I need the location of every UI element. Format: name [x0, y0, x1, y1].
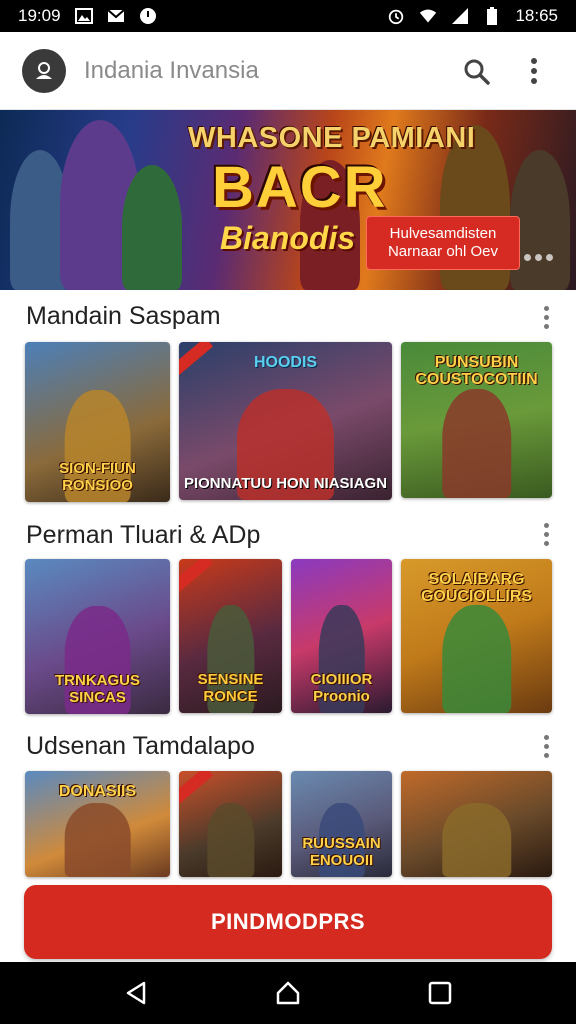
banner-character — [122, 165, 182, 290]
game-card-title: HOODIS — [253, 354, 318, 371]
more-vert-icon — [531, 57, 537, 84]
battery-icon — [483, 7, 501, 25]
game-card[interactable]: TRNKAGUS SINCAS — [25, 559, 170, 714]
back-button[interactable] — [116, 973, 156, 1013]
banner-pagination — [524, 254, 553, 261]
search-icon — [464, 59, 490, 85]
game-card-title: SION-FIUN RONSIOO — [59, 460, 136, 494]
section-more-button[interactable] — [536, 305, 556, 329]
recents-button[interactable] — [420, 973, 460, 1013]
banner-big-title: BACR — [212, 155, 388, 220]
mail-icon — [106, 7, 125, 25]
game-card[interactable]: HOODIS PIONNATUU HON NIASIAGN — [179, 342, 392, 500]
section-title: Udsenan Tamdalapo — [26, 732, 255, 760]
banner-cta-button[interactable]: Hulvesamdisten Narnaar ohl Oev — [366, 216, 520, 270]
banner-headline: WHASONE PAMIANI — [188, 122, 476, 154]
home-button[interactable] — [268, 973, 308, 1013]
banner-subtitle: Bianodis — [220, 220, 356, 256]
circle-notification-icon — [139, 7, 157, 25]
game-card[interactable]: CIOIIIOR Proonio — [291, 559, 392, 713]
section-more-button[interactable] — [536, 522, 556, 546]
status-right: 18:65 — [387, 6, 558, 26]
wifi-icon — [419, 7, 437, 25]
app-title: Indania Invansia — [84, 56, 259, 84]
game-card[interactable]: SION-FIUN RONSIOO — [25, 342, 170, 502]
app-bar: Indania Invansia — [0, 32, 576, 110]
recents-square-icon — [428, 981, 452, 1005]
game-card[interactable]: DONASIIS — [25, 771, 170, 877]
avatar[interactable] — [22, 48, 66, 93]
game-card-subtitle: PIONNATUU HON NIASIAGN — [183, 475, 388, 492]
install-button[interactable]: PINDMODPRS — [24, 885, 552, 959]
overflow-menu-button[interactable] — [514, 51, 554, 91]
home-icon — [276, 981, 300, 1005]
game-card-title: SENSINE RONCE — [197, 671, 264, 705]
game-card-title: DONASIIS — [58, 783, 137, 800]
user-icon — [36, 61, 52, 79]
game-card-title: PUNSUBIN COUSTOCOTIIN — [415, 354, 538, 388]
section-more-button[interactable] — [536, 734, 556, 758]
game-card[interactable]: RUUSSAIN ENOUOII — [291, 771, 392, 877]
game-card[interactable]: SOLAIBARG GOUCIOLLIRS — [401, 559, 552, 713]
status-time-right: 18:65 — [515, 6, 558, 25]
navigation-bar — [0, 962, 576, 1024]
status-time: 19:09 — [18, 6, 61, 25]
back-triangle-icon — [126, 981, 146, 1005]
section-title: Perman Tluari & ADp — [26, 521, 261, 549]
status-bar: 19:09 18:65 — [0, 0, 576, 32]
game-card[interactable]: PUNSUBIN COUSTOCOTIIN — [401, 342, 552, 498]
signal-icon — [451, 7, 469, 25]
game-card[interactable] — [179, 771, 282, 877]
alarm-icon — [387, 7, 405, 25]
search-button[interactable] — [456, 51, 496, 91]
game-card[interactable] — [401, 771, 552, 877]
game-card-title: TRNKAGUS SINCAS — [55, 672, 140, 706]
game-card-title: SOLAIBARG GOUCIOLLIRS — [420, 571, 533, 605]
game-card-title: CIOIIIOR Proonio — [310, 671, 373, 705]
image-icon — [74, 7, 93, 25]
game-card[interactable]: SENSINE RONCE — [179, 559, 282, 713]
game-card-title: RUUSSAIN ENOUOII — [302, 835, 381, 869]
status-left: 19:09 — [18, 6, 157, 26]
section-title: Mandain Saspam — [26, 302, 221, 330]
